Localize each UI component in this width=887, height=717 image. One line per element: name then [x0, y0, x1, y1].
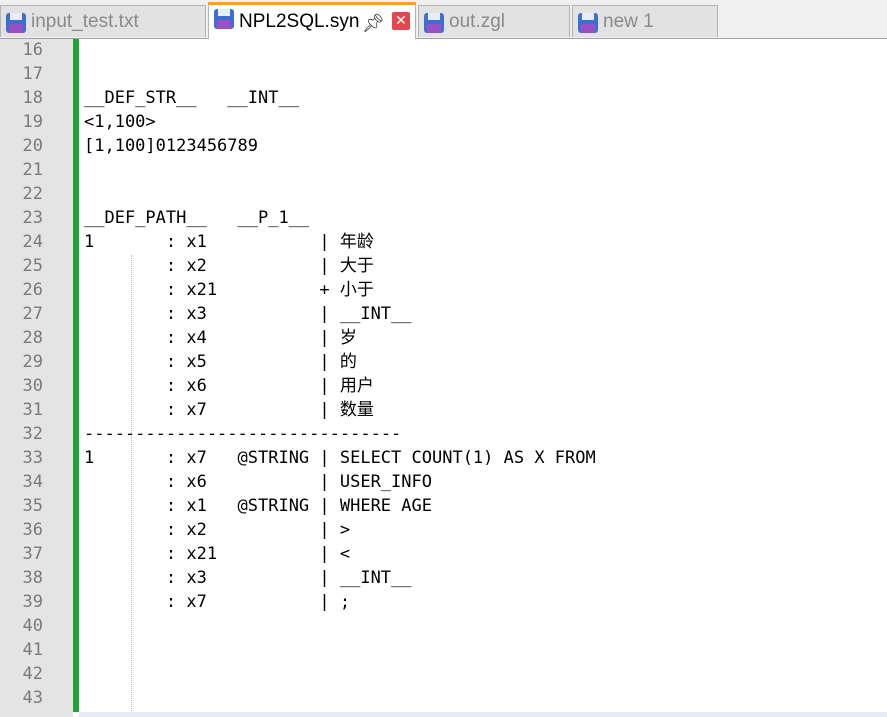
line-number: 19	[22, 112, 43, 132]
code-line[interactable]: 38 : x3 | __INT__	[0, 566, 887, 590]
line-number: 43	[22, 688, 43, 708]
pin-icon[interactable]: 📌︎	[362, 7, 385, 39]
line-number: 33	[22, 448, 43, 468]
line-number: 39	[22, 592, 43, 612]
tab-out-zgl[interactable]: out.zgl	[418, 5, 570, 37]
code-line[interactable]: 17	[0, 62, 887, 86]
tab-label: new 1	[603, 11, 654, 32]
code-line[interactable]: 28 : x4 | 岁	[0, 326, 887, 350]
tab-npl2sql[interactable]: NPL2SQL.syn 📌︎ ✕	[208, 2, 416, 39]
line-text: : x7 | ;	[84, 592, 351, 612]
line-number: 42	[22, 664, 43, 684]
floppy-disk-icon	[578, 13, 598, 33]
line-text: __DEF_STR__ __INT__	[84, 88, 299, 108]
tab-label: out.zgl	[449, 11, 505, 32]
code-line[interactable]: 24 1 : x1 | 年龄	[0, 230, 887, 254]
line-text: <1,100>	[84, 112, 156, 132]
line-number: 40	[22, 616, 43, 636]
line-number: 29	[22, 352, 43, 372]
code-line[interactable]: 19 <1,100>	[0, 110, 887, 134]
line-number: 21	[22, 160, 43, 180]
line-number: 30	[22, 376, 43, 396]
line-number: 41	[22, 640, 43, 660]
code-line[interactable]: 32 -------------------------------	[0, 422, 887, 446]
code-line[interactable]: 39 : x7 | ;	[0, 590, 887, 614]
tab-label: input_test.txt	[31, 11, 139, 32]
code-line[interactable]: 27 : x3 | __INT__	[0, 302, 887, 326]
line-number: 17	[22, 64, 43, 84]
line-text: [1,100]0123456789	[84, 136, 258, 156]
line-text: : x2 | 大于	[84, 256, 374, 276]
line-text: : x3 | __INT__	[84, 304, 412, 324]
code-line[interactable]: 30 : x6 | 用户	[0, 374, 887, 398]
line-text: : x6 | USER_INFO	[84, 472, 432, 492]
code-line[interactable]: 16	[0, 38, 887, 62]
code-line[interactable]: 36 : x2 | >	[0, 518, 887, 542]
code-line[interactable]: 20 [1,100]0123456789	[0, 134, 887, 158]
horizontal-scrollbar[interactable]	[79, 712, 887, 717]
code-line[interactable]: 26 : x21 + 小于	[0, 278, 887, 302]
line-text: 1 : x1 | 年龄	[84, 232, 374, 252]
code-line[interactable]: 37 : x21 | <	[0, 542, 887, 566]
line-text: : x21 | <	[84, 544, 351, 564]
line-text: __DEF_PATH__ __P_1__	[84, 208, 310, 228]
line-number: 32	[22, 424, 43, 444]
line-number: 24	[22, 232, 43, 252]
line-text: : x4 | 岁	[84, 328, 357, 348]
tab-label: NPL2SQL.syn	[239, 11, 360, 32]
tab-input-test[interactable]: input_test.txt	[0, 5, 206, 37]
line-number: 34	[22, 472, 43, 492]
code-line[interactable]: 22	[0, 182, 887, 206]
line-number: 26	[22, 280, 43, 300]
line-number: 36	[22, 520, 43, 540]
line-number: 38	[22, 568, 43, 588]
line-number: 23	[22, 208, 43, 228]
line-text: : x5 | 的	[84, 352, 357, 372]
code-line[interactable]: 35 : x1 @STRING | WHERE AGE	[0, 494, 887, 518]
code-line[interactable]: 40	[0, 614, 887, 638]
line-number: 37	[22, 544, 43, 564]
code-line[interactable]: 34 : x6 | USER_INFO	[0, 470, 887, 494]
code-line[interactable]: 29 : x5 | 的	[0, 350, 887, 374]
code-line[interactable]: 21	[0, 158, 887, 182]
line-number: 35	[22, 496, 43, 516]
line-text: : x3 | __INT__	[84, 568, 412, 588]
code-line[interactable]: 43	[0, 686, 887, 710]
line-number: 25	[22, 256, 43, 276]
code-line[interactable]: 25 : x2 | 大于	[0, 254, 887, 278]
code-line[interactable]: 31 : x7 | 数量	[0, 398, 887, 422]
floppy-disk-icon	[6, 13, 26, 33]
line-number: 28	[22, 328, 43, 348]
line-number: 16	[22, 40, 43, 60]
floppy-disk-icon	[214, 9, 234, 29]
line-text: -------------------------------	[84, 424, 402, 444]
line-number: 27	[22, 304, 43, 324]
code-line[interactable]: 18 __DEF_STR__ __INT__	[0, 86, 887, 110]
tab-bar: input_test.txt NPL2SQL.syn 📌︎ ✕ out.zgl …	[0, 0, 887, 39]
floppy-disk-icon	[424, 13, 444, 33]
line-text: : x21 + 小于	[84, 280, 374, 300]
close-icon[interactable]: ✕	[392, 12, 410, 30]
code-line[interactable]: 23 __DEF_PATH__ __P_1__	[0, 206, 887, 230]
line-text: 1 : x7 @STRING | SELECT COUNT(1) AS X FR…	[84, 448, 596, 468]
line-number: 18	[22, 88, 43, 108]
code-line[interactable]: 33 1 : x7 @STRING | SELECT COUNT(1) AS X …	[0, 446, 887, 470]
line-number: 20	[22, 136, 43, 156]
code-line[interactable]: 42	[0, 662, 887, 686]
line-text: : x6 | 用户	[84, 376, 374, 396]
line-number: 31	[22, 400, 43, 420]
tab-new-1[interactable]: new 1	[572, 5, 718, 37]
code-line[interactable]: 41	[0, 638, 887, 662]
line-text: : x1 @STRING | WHERE AGE	[84, 496, 432, 516]
line-text: : x7 | 数量	[84, 400, 374, 420]
line-number: 22	[22, 184, 43, 204]
line-text: : x2 | >	[84, 520, 351, 540]
